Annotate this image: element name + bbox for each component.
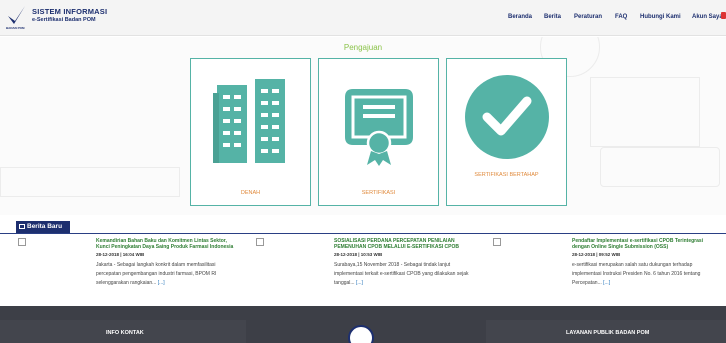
decor-monitor	[590, 77, 700, 147]
news-date: 28-12-2018 | 16:04 WIB	[96, 252, 145, 257]
notification-badge	[721, 12, 726, 19]
card-denah-label: DENAH	[240, 190, 261, 196]
hero-section: Pengajuan DENAH SERTIFIKASI SERTIFIKASI …	[0, 37, 726, 215]
news-date: 28-12-2018 | 09:52 WIB	[572, 252, 621, 257]
card-sertifikasi-bertahap[interactable]: SERTIFIKASI BERTAHAP	[446, 58, 567, 206]
calendar-icon	[18, 238, 26, 246]
news-date: 28-12-2018 | 10:53 WIB	[334, 252, 383, 257]
newspaper-icon	[19, 224, 25, 229]
read-more-link[interactable]: [...]	[356, 280, 363, 286]
bpom-logo-icon[interactable]: BADAN POM	[6, 4, 28, 30]
checkmark-circle-icon	[463, 73, 551, 166]
news-excerpt: Surabaya,15 November 2018 - Sebagai tind…	[334, 262, 469, 286]
info-kontak-title: INFO KONTAK	[106, 330, 144, 336]
site-brand[interactable]: SISTEM INFORMASI e-Sertifikasi Badan POM	[32, 7, 107, 23]
buildings-icon	[213, 79, 289, 168]
nav-akun-saya[interactable]: Akun Saya	[692, 14, 723, 20]
card-sertifikasi-label: SERTIFIKASI	[361, 190, 396, 196]
news-title[interactable]: SOSIALISASI PERDANA PERCEPATAN PENILAIAN…	[334, 238, 474, 250]
news-title[interactable]: Pendaftar Implementasi e-sertifikasi CPO…	[572, 238, 712, 250]
certificate-icon	[335, 87, 423, 172]
calendar-icon	[256, 238, 264, 246]
card-sertifikasi[interactable]: SERTIFIKASI	[318, 58, 439, 206]
read-more-link[interactable]: [...]	[603, 280, 610, 286]
svg-text:BADAN POM: BADAN POM	[6, 26, 25, 30]
layanan-publik-title: LAYANAN PUBLIK BADAN POM	[566, 330, 650, 336]
calendar-icon	[493, 238, 501, 246]
pengajuan-title: Pengajuan	[343, 43, 383, 52]
news-item: SOSIALISASI PERDANA PERCEPATAN PENILAIAN…	[334, 238, 474, 288]
read-more-link[interactable]: [...]	[158, 280, 165, 286]
berita-baru-heading: Berita Baru	[16, 221, 70, 233]
news-excerpt: e-sertifikasi merupakan salah satu dukun…	[572, 262, 701, 286]
news-item: Kemandirian Bahan Baku dan Komitmen Lint…	[96, 238, 236, 288]
card-denah[interactable]: DENAH	[190, 58, 311, 206]
card-sertifikasi-bertahap-label: SERTIFIKASI BERTAHAP	[474, 172, 539, 178]
nav-peraturan[interactable]: Peraturan	[574, 14, 602, 20]
site-title: SISTEM INFORMASI	[32, 7, 108, 16]
news-excerpt: Jakarta - Sebagai langkah konkrit dalam …	[96, 262, 217, 286]
news-title[interactable]: Kemandirian Bahan Baku dan Komitmen Lint…	[96, 238, 236, 250]
nav-faq[interactable]: FAQ	[615, 14, 627, 20]
nav-berita[interactable]: Berita	[544, 14, 561, 20]
news-divider	[0, 233, 726, 234]
decor-left	[0, 167, 180, 197]
site-subtitle: e-Sertifikasi Badan POM	[32, 17, 96, 23]
nav-beranda[interactable]: Beranda	[508, 14, 532, 20]
news-item: Pendaftar Implementasi e-sertifikasi CPO…	[572, 238, 712, 288]
top-header: BADAN POM SISTEM INFORMASI e-Sertifikasi…	[0, 0, 726, 36]
decor-desk	[600, 147, 720, 187]
nav-hubungi-kami[interactable]: Hubungi Kami	[640, 14, 681, 20]
